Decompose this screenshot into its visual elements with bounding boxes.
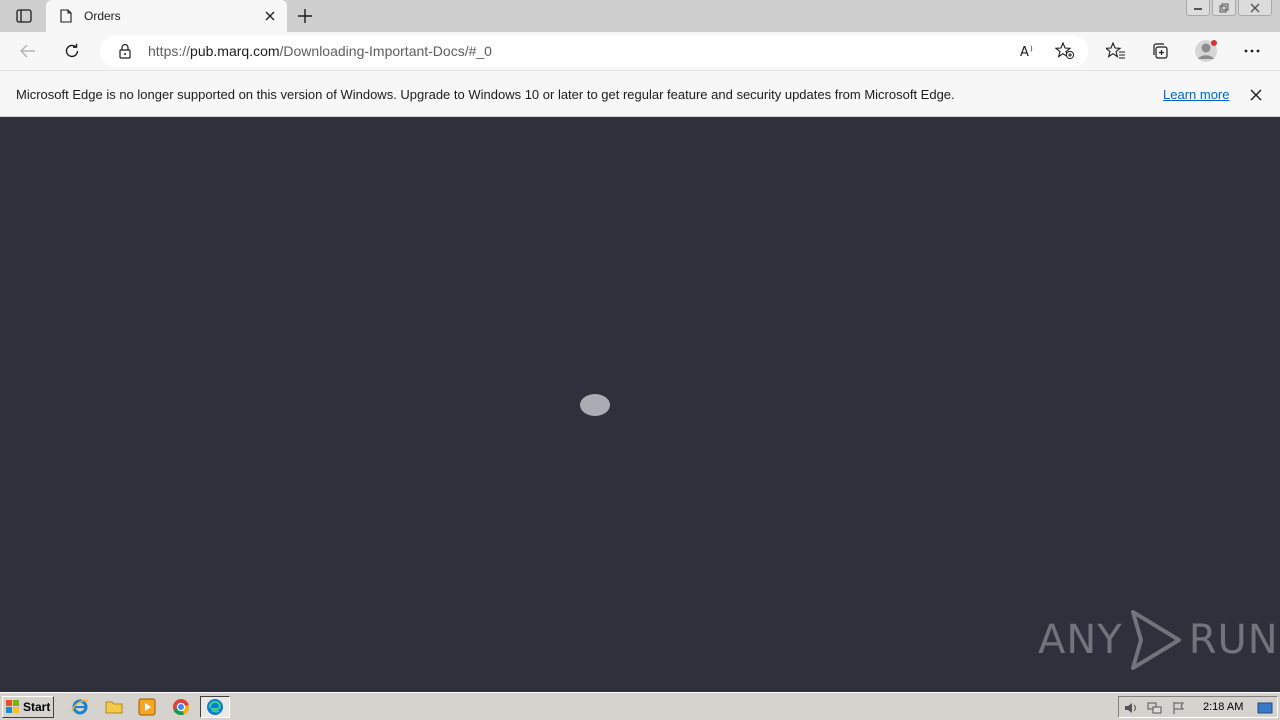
window-close-icon[interactable]	[1238, 0, 1272, 16]
url-host: pub.marq.com	[190, 43, 280, 59]
tab-actions-icon[interactable]	[10, 6, 38, 26]
windows-logo-icon	[6, 700, 19, 713]
close-tab-icon[interactable]	[262, 8, 278, 24]
start-button[interactable]: Start	[2, 696, 54, 718]
plus-icon[interactable]	[294, 6, 316, 26]
close-icon[interactable]	[1246, 85, 1266, 105]
play-logo-icon	[1130, 610, 1181, 670]
back-icon[interactable]	[14, 37, 42, 65]
minimize-icon[interactable]	[1186, 0, 1210, 16]
page-icon	[60, 9, 72, 23]
active-tab[interactable]: Orders	[46, 0, 287, 32]
anyrun-watermark: ANY RUN	[1038, 608, 1279, 672]
more-icon[interactable]	[1238, 37, 1266, 65]
internet-explorer-icon[interactable]	[68, 696, 92, 718]
profile-avatar[interactable]	[1192, 37, 1220, 65]
url-prefix: https://	[148, 43, 191, 59]
page-content: ANY RUN	[0, 118, 1280, 692]
start-label: Start	[23, 700, 51, 714]
tab-bar: Orders	[0, 0, 1280, 32]
edge-icon[interactable]	[200, 696, 230, 718]
system-tray: 2:18 AM	[1118, 696, 1278, 718]
media-player-icon[interactable]	[135, 696, 159, 718]
collections-icon[interactable]	[1146, 37, 1174, 65]
unsupported-os-infobar: Microsoft Edge is no longer supported on…	[0, 70, 1280, 117]
learn-more-link[interactable]: Learn more	[1163, 87, 1229, 102]
svg-text:): )	[1030, 45, 1033, 53]
loading-spinner	[580, 394, 610, 416]
lock-icon[interactable]	[118, 43, 132, 59]
volume-icon[interactable]	[1123, 700, 1139, 716]
network-icon[interactable]	[1147, 700, 1163, 716]
folder-icon[interactable]	[102, 696, 126, 718]
url-path: /Downloading-Important-Docs/#_0	[279, 43, 492, 59]
restore-icon[interactable]	[1212, 0, 1236, 16]
refresh-icon[interactable]	[58, 37, 86, 65]
clock[interactable]: 2:18 AM	[1203, 701, 1243, 713]
read-aloud-icon[interactable]: A)	[1018, 41, 1040, 61]
chrome-icon[interactable]	[169, 696, 193, 718]
infobar-message: Microsoft Edge is no longer supported on…	[16, 87, 955, 102]
show-desktop-icon[interactable]	[1257, 700, 1273, 716]
address-bar[interactable]: https://pub.marq.com/Downloading-Importa…	[100, 35, 1088, 67]
url-text: https://pub.marq.com/Downloading-Importa…	[148, 43, 492, 59]
watermark-left: ANY	[1038, 617, 1123, 663]
window-controls	[1186, 0, 1272, 18]
watermark-right: RUN	[1188, 617, 1279, 663]
favorites-icon[interactable]	[1102, 37, 1130, 65]
tab-title: Orders	[84, 9, 121, 23]
navigation-bar: https://pub.marq.com/Downloading-Importa…	[0, 32, 1280, 70]
taskbar: Start 2:18 AM	[0, 692, 1280, 720]
add-favorite-icon[interactable]	[1054, 41, 1076, 61]
svg-text:A: A	[1020, 45, 1029, 58]
action-center-flag-icon[interactable]	[1171, 700, 1187, 716]
